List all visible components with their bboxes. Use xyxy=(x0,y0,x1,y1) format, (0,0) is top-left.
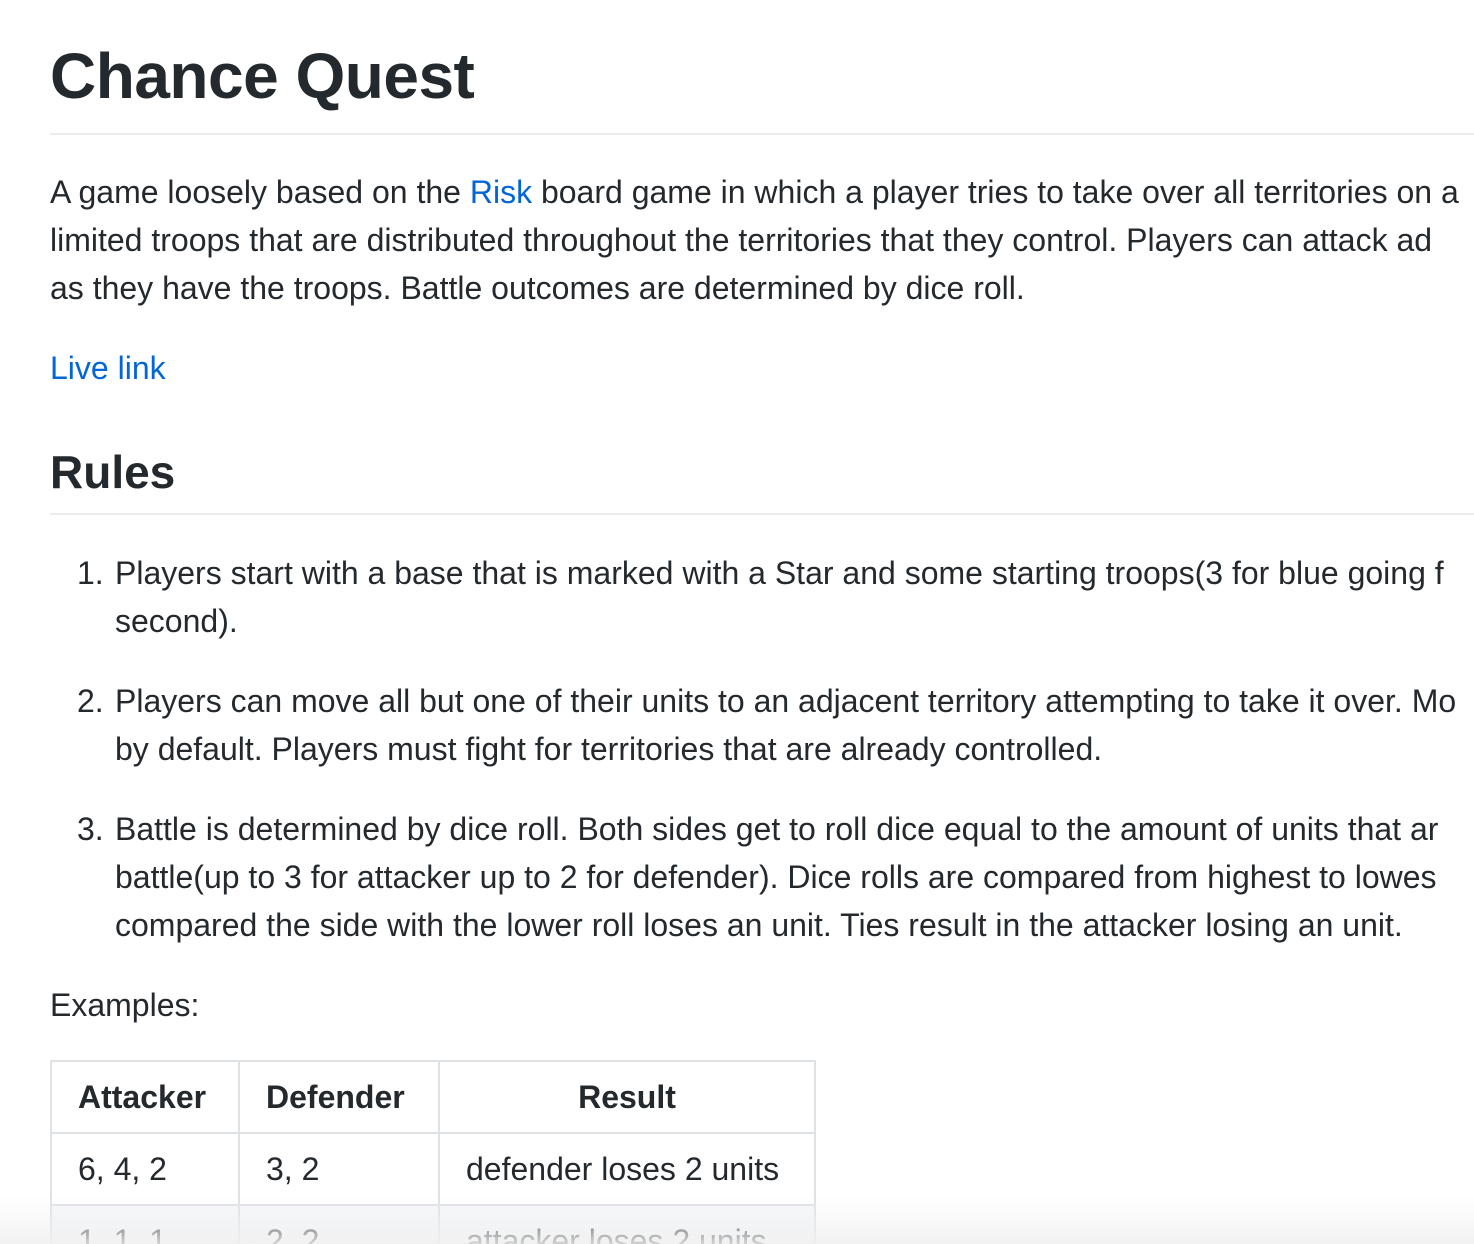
list-item-line: compared the side with the lower roll lo… xyxy=(115,907,1403,943)
intro-text: A game loosely based on the xyxy=(50,174,470,210)
examples-table: Attacker Defender Result 6, 4, 2 3, 2 de… xyxy=(50,1060,816,1244)
table-cell: 2, 2 xyxy=(238,1204,440,1244)
intro-line-3: as they have the troops. Battle outcomes… xyxy=(50,270,1025,306)
live-link[interactable]: Live link xyxy=(50,344,166,392)
table-header-row: Attacker Defender Result xyxy=(50,1060,816,1134)
table-cell: 1, 1, 1 xyxy=(50,1204,240,1244)
list-number: 1. xyxy=(77,555,104,591)
list-item-line: by default. Players must fight for terri… xyxy=(115,731,1103,767)
rules-divider xyxy=(50,513,1474,515)
list-item-line: Battle is determined by dice roll. Both … xyxy=(115,811,1439,847)
risk-link[interactable]: Risk xyxy=(470,174,532,210)
list-item-line: Players start with a base that is marked… xyxy=(115,555,1444,591)
column-header-result: Result xyxy=(438,1060,816,1134)
list-number: 2. xyxy=(77,683,104,719)
list-item-line: second). xyxy=(115,603,238,639)
table-row: 1, 1, 1 2, 2 attacker loses 2 units xyxy=(50,1204,816,1244)
intro-text: board game in which a player tries to ta… xyxy=(532,174,1459,210)
column-header-attacker: Attacker xyxy=(50,1060,240,1134)
page-title: Chance Quest xyxy=(50,40,475,112)
table-row: 6, 4, 2 3, 2 defender loses 2 units xyxy=(50,1132,816,1206)
rules-heading: Rules xyxy=(50,446,176,498)
list-item-line: Players can move all but one of their un… xyxy=(115,683,1457,719)
intro-line-2: limited troops that are distributed thro… xyxy=(50,222,1433,258)
table-cell: attacker loses 2 units xyxy=(438,1204,816,1244)
table-cell: 3, 2 xyxy=(238,1132,440,1206)
list-number: 3. xyxy=(77,811,104,847)
list-item-line: battle(up to 3 for attacker up to 2 for … xyxy=(115,859,1437,895)
column-header-defender: Defender xyxy=(238,1060,440,1134)
title-divider xyxy=(50,133,1474,135)
table-cell: 6, 4, 2 xyxy=(50,1132,240,1206)
table-cell: defender loses 2 units xyxy=(438,1132,816,1206)
intro-paragraph: A game loosely based on the Risk board g… xyxy=(50,168,1459,312)
examples-label: Examples: xyxy=(50,987,200,1023)
intro-line-1: A game loosely based on the Risk board g… xyxy=(50,174,1459,210)
